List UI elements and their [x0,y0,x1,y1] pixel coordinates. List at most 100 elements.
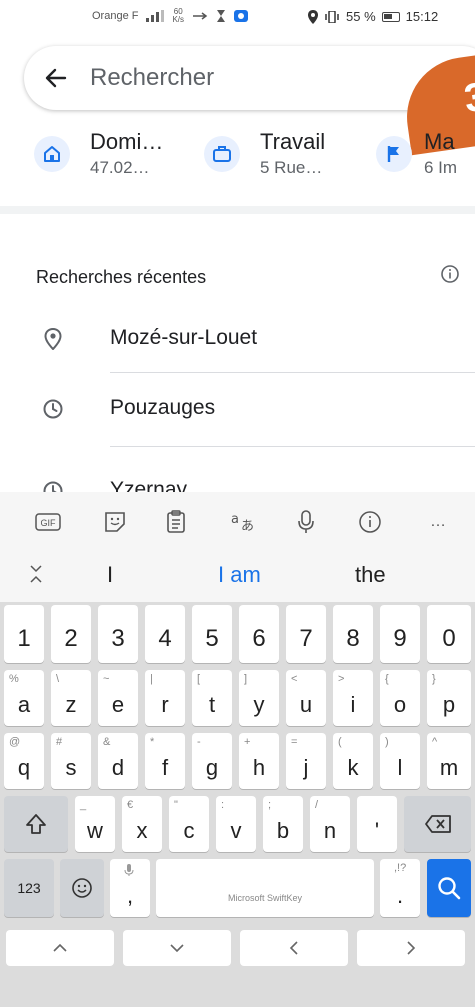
chevron-right-icon [407,941,416,955]
translate-icon[interactable]: aあ [228,508,256,536]
location-icon [308,9,318,24]
key-2[interactable]: 2 [51,605,91,663]
search-key[interactable] [427,859,471,917]
key-7[interactable]: 7 [286,605,326,663]
key-t[interactable]: [t [192,670,232,726]
key-m[interactable]: ^ m [427,733,471,789]
key-g[interactable]: -g [192,733,232,789]
recent-item[interactable]: Mozé-sur-Louet [0,310,475,370]
key-c[interactable]: " c [169,796,209,852]
svg-text:あ: あ [241,519,254,534]
info-icon[interactable] [440,264,460,289]
collapse-icon[interactable] [22,560,50,588]
key-a[interactable]: % a [4,670,44,726]
backspace-icon [424,815,451,833]
mic-small-icon [124,864,134,876]
key-n[interactable]: / n [310,796,350,852]
battery-icon [381,11,400,22]
row-divider [110,446,475,447]
key-b[interactable]: ; b [263,796,303,852]
search-icon [438,877,461,900]
backspace-key[interactable] [404,796,471,852]
key-1[interactable]: 1 [4,605,44,663]
recent-item[interactable]: Yzernay [0,462,475,492]
chevron-up-icon [53,943,67,952]
briefcase-icon [204,136,240,172]
chevron-left-icon [289,941,298,955]
gif-icon[interactable]: GIF [34,508,62,536]
key-r[interactable]: | r [145,670,185,726]
key-z[interactable]: \ z [51,670,91,726]
key-apostrophe[interactable]: ' [357,796,397,852]
flag-icon [376,136,412,172]
shift-icon [26,814,46,834]
more-icon[interactable]: … [424,508,452,536]
key-j[interactable]: = j [286,733,326,789]
key-w[interactable]: _ w [75,796,115,852]
history-icon [40,478,66,492]
key-x[interactable]: € x [122,796,162,852]
info-circle-icon[interactable] [356,508,384,536]
section-divider [0,206,475,214]
carrier-label: Orange F [92,10,139,22]
shortcut-work[interactable]: Travail 5 Rue… [204,128,325,180]
cursor-right-key[interactable] [357,930,465,966]
microphone-icon[interactable] [292,508,320,536]
space-key[interactable]: Microsoft SwiftKey [156,859,374,917]
key-v[interactable]: :v [216,796,256,852]
svg-text:a: a [231,512,239,527]
suggestion-3[interactable]: the [355,562,386,588]
key-e[interactable]: ~ e [98,670,138,726]
shortcut-other[interactable]: Ma 6 Im [376,128,457,180]
app-icon [234,10,249,22]
recent-item[interactable]: Pouzauges [0,380,475,440]
clock: 15:12 [405,9,439,24]
key-y[interactable]: ] y [239,670,279,726]
battery-percent: 55 % [346,9,376,24]
shortcut-home[interactable]: Domi… 47.02… [34,128,163,180]
key-i[interactable]: > i [333,670,373,726]
search-bar[interactable]: Rechercher [24,46,475,110]
keyboard: GIF aあ … I I am the 1 2 3 4 5 6 7 8 9 0 … [0,492,475,1007]
key-p[interactable]: } p [427,670,471,726]
comma-key[interactable]: , [110,859,150,917]
key-5[interactable]: 5 [192,605,232,663]
key-4[interactable]: 4 [145,605,185,663]
key-8[interactable]: 8 [333,605,373,663]
key-f[interactable]: * f [145,733,185,789]
key-o[interactable]: {o [380,670,420,726]
recent-item-label: Mozé-sur-Louet [110,326,258,349]
key-9[interactable]: 9 [380,605,420,663]
key-q[interactable]: @ q [4,733,44,789]
key-k[interactable]: (k [333,733,373,789]
cursor-left-key[interactable] [240,930,348,966]
emoji-key[interactable] [60,859,104,917]
key-u[interactable]: < u [286,670,326,726]
shortcut-work-title: Travail [260,129,326,154]
shift-key[interactable] [4,796,68,852]
suggestion-2[interactable]: I am [218,562,261,588]
chevron-down-icon [170,944,184,953]
clipboard-icon[interactable] [162,508,190,536]
back-arrow-icon[interactable] [42,64,70,92]
cursor-up-key[interactable] [6,930,114,966]
key-s[interactable]: # s [51,733,91,789]
period-key[interactable]: ,!? . [380,859,420,917]
cursor-down-key[interactable] [123,930,231,966]
hourglass-icon [217,10,226,22]
numbers-key[interactable]: 123 [4,859,54,917]
key-d[interactable]: & d [98,733,138,789]
shortcut-home-subtitle: 47.02… [90,158,150,177]
suggestion-1[interactable]: I [107,562,113,588]
key-h[interactable]: + h [239,733,279,789]
sticker-icon[interactable] [101,508,129,536]
key-3[interactable]: 3 [98,605,138,663]
key-6[interactable]: 6 [239,605,279,663]
shortcut-home-title: Domi… [90,129,164,154]
search-input[interactable]: Rechercher [90,64,214,92]
place-icon [40,326,66,352]
shortcut-other-subtitle: 6 Im [424,158,458,177]
key-l[interactable]: ) l [380,733,420,789]
svg-text:GIF: GIF [41,518,57,528]
key-0[interactable]: 0 [427,605,471,663]
